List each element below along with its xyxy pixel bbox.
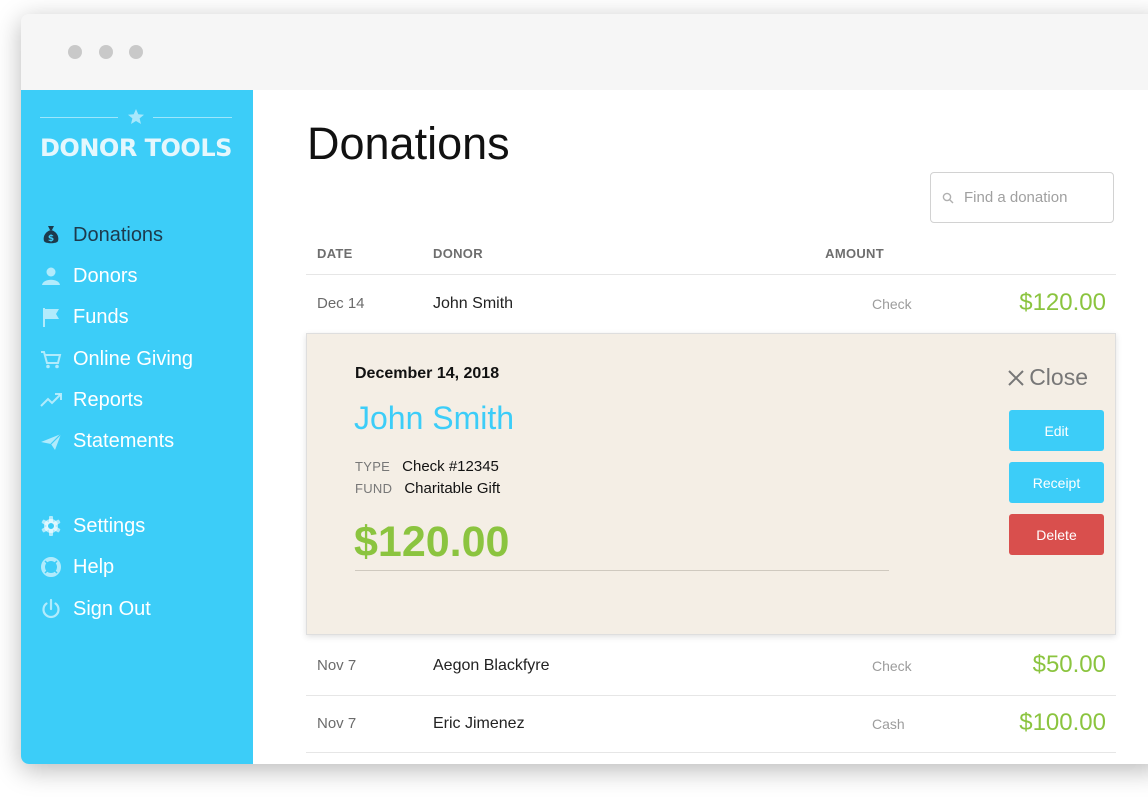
row-type: Check — [872, 296, 912, 312]
detail-fund-value: Charitable Gift — [404, 480, 501, 497]
nav-item-online-giving[interactable]: Online Giving — [40, 344, 193, 374]
row-amount: $120.00 — [1019, 289, 1106, 316]
detail-fund: FUND Charitable Gift — [355, 480, 500, 497]
receipt-button[interactable]: Receipt — [1009, 462, 1104, 503]
logo-rule-right — [153, 117, 232, 118]
table-row[interactable]: Nov 7 Aegon Blackfyre Check $50.00 — [306, 637, 1116, 694]
sidebar: DONOR TOOLS $ Donations Donors Funds Onl… — [21, 90, 253, 764]
person-icon — [40, 265, 62, 287]
row-donor: Aegon Blackfyre — [433, 657, 550, 674]
row-date: Nov 7 — [317, 715, 357, 732]
nav-label-donations: Donations — [73, 223, 164, 246]
row-type: Cash — [872, 716, 905, 732]
star-icon — [126, 107, 146, 127]
money-bag-icon: $ — [40, 224, 62, 246]
nav-label-donors: Donors — [73, 264, 138, 287]
page-title: Donations — [307, 118, 510, 169]
row-donor: John Smith — [433, 295, 514, 312]
column-header-date[interactable]: DATE — [317, 246, 353, 261]
logo-rule-left — [40, 117, 118, 118]
row-amount: $50.00 — [1032, 651, 1106, 678]
nav-item-funds[interactable]: Funds — [40, 302, 129, 332]
nav-label-sign-out: Sign Out — [73, 597, 151, 620]
row-date: Nov 7 — [317, 657, 357, 674]
row-date: Dec 14 — [317, 295, 365, 312]
divider — [306, 752, 1116, 753]
detail-type-label: TYPE — [355, 459, 391, 474]
detail-fund-label: FUND — [355, 481, 393, 496]
detail-donor-name[interactable]: John Smith — [354, 400, 514, 437]
window-maximize-dot[interactable] — [129, 45, 143, 59]
window-titlebar — [21, 14, 1148, 90]
nav-item-donors[interactable]: Donors — [40, 261, 137, 291]
detail-date: December 14, 2018 — [355, 365, 500, 382]
search-icon — [942, 192, 954, 203]
window-close-dot[interactable] — [68, 45, 82, 59]
search-input[interactable] — [962, 188, 1106, 207]
svg-text:$: $ — [48, 234, 54, 244]
edit-button[interactable]: Edit — [1009, 410, 1104, 451]
trend-icon — [40, 389, 62, 411]
nav-item-settings[interactable]: Settings — [40, 511, 145, 541]
close-button[interactable]: Close — [1007, 364, 1088, 391]
nav-item-donations[interactable]: $ Donations — [40, 220, 163, 250]
nav-item-statements[interactable]: Statements — [40, 426, 174, 456]
nav-label-help: Help — [73, 555, 115, 578]
nav-item-sign-out[interactable]: Sign Out — [40, 594, 151, 624]
detail-type: TYPE Check #12345 — [355, 458, 499, 475]
window-minimize-dot[interactable] — [99, 45, 113, 59]
lifebuoy-icon — [40, 556, 62, 578]
column-header-amount[interactable]: AMOUNT — [825, 246, 884, 261]
delete-button[interactable]: Delete — [1009, 514, 1104, 555]
nav-label-funds: Funds — [73, 305, 129, 328]
table-row[interactable]: Nov 7 Eric Jimenez Cash $100.00 — [306, 695, 1116, 752]
amount-underline — [355, 570, 889, 571]
row-donor: Eric Jimenez — [433, 715, 525, 732]
close-icon — [1008, 369, 1024, 386]
app-window: DONOR TOOLS $ Donations Donors Funds Onl… — [21, 14, 1148, 764]
nav-label-statements: Statements — [73, 429, 175, 452]
table-row[interactable]: Dec 14 John Smith Check $120.00 — [306, 275, 1116, 332]
column-header-donor[interactable]: DONOR — [433, 246, 483, 261]
row-amount: $100.00 — [1019, 709, 1106, 736]
row-type: Check — [872, 658, 912, 674]
paper-plane-icon — [40, 430, 62, 452]
gear-icon — [40, 515, 62, 537]
detail-type-value: Check #12345 — [402, 458, 499, 475]
donation-detail-panel: December 14, 2018 John Smith TYPE Check #… — [306, 333, 1116, 635]
nav-label-online-giving: Online Giving — [73, 347, 194, 370]
close-label: Close — [1029, 364, 1088, 390]
brand-name: DONOR TOOLS — [40, 134, 232, 162]
flag-icon — [40, 306, 62, 328]
nav-item-help[interactable]: Help — [40, 552, 114, 582]
detail-amount: $120.00 — [354, 518, 510, 566]
main-content: Donations DATE DONOR AMOUNT Dec 14 John … — [253, 90, 1148, 764]
nav-label-reports: Reports — [73, 388, 144, 411]
nav-item-reports[interactable]: Reports — [40, 385, 143, 415]
search-box[interactable] — [930, 172, 1114, 223]
nav-label-settings: Settings — [73, 514, 146, 537]
power-icon — [40, 598, 62, 620]
cart-icon — [40, 348, 62, 370]
